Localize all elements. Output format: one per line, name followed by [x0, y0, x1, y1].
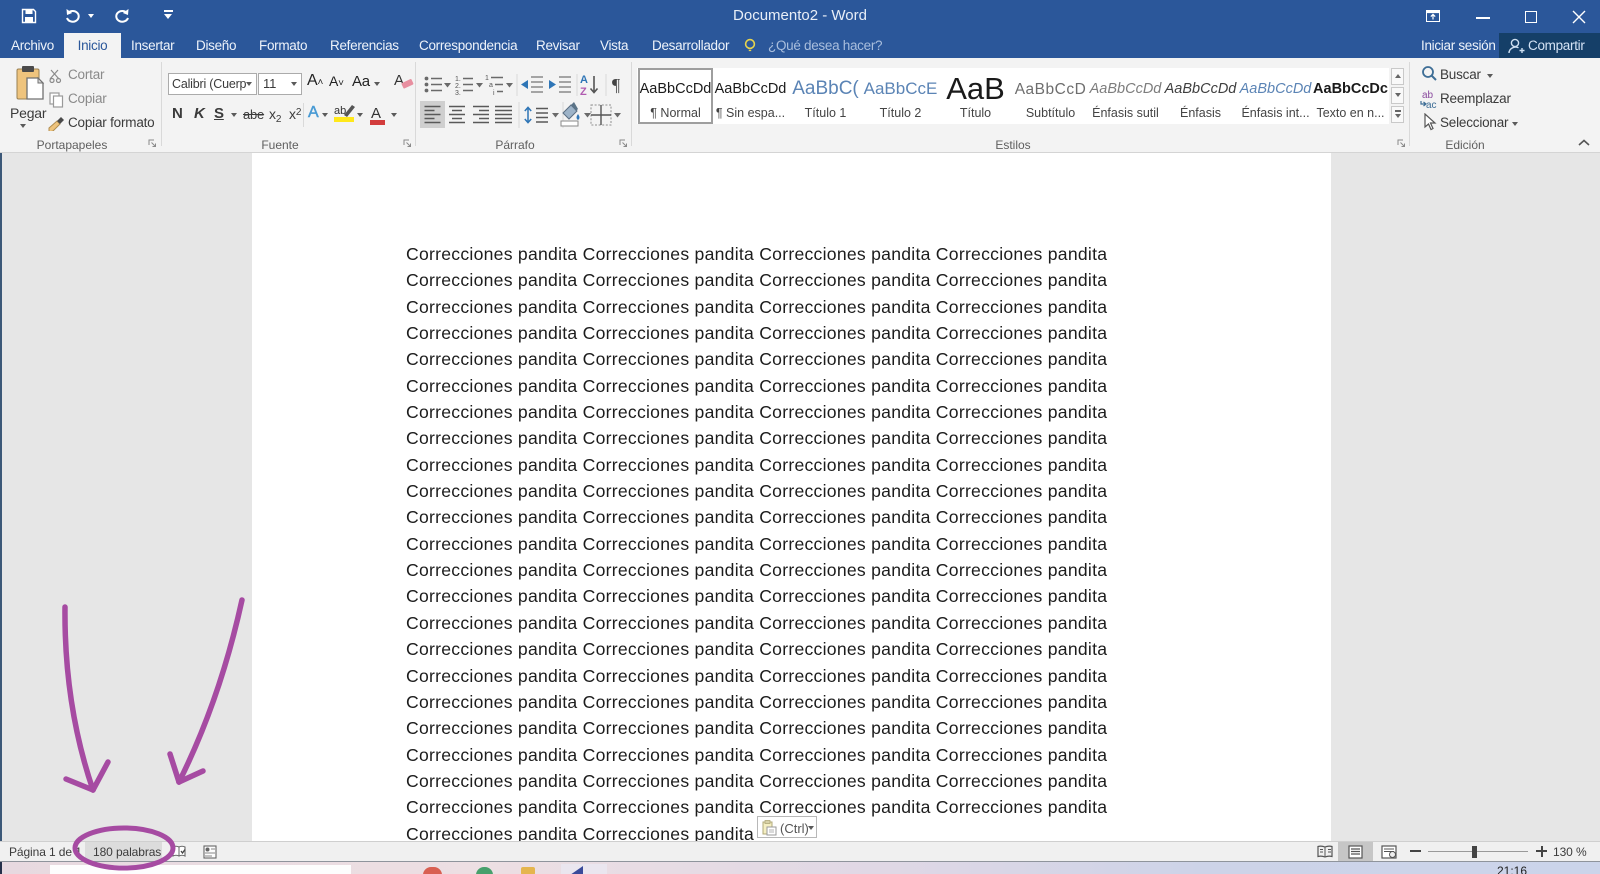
svg-text:Z: Z [580, 86, 587, 98]
svg-text:1.: 1. [455, 76, 461, 83]
svg-text:A: A [394, 72, 404, 89]
svg-text:A: A [580, 74, 588, 86]
svg-text:1: 1 [485, 75, 489, 82]
svg-text:a: a [489, 82, 493, 89]
svg-text:¶: ¶ [612, 75, 620, 95]
svg-text:2.: 2. [455, 83, 461, 90]
svg-text:3.: 3. [455, 90, 461, 97]
svg-text:A: A [371, 105, 381, 122]
svg-text:i: i [493, 90, 495, 97]
svg-text:ac: ac [1426, 100, 1437, 109]
